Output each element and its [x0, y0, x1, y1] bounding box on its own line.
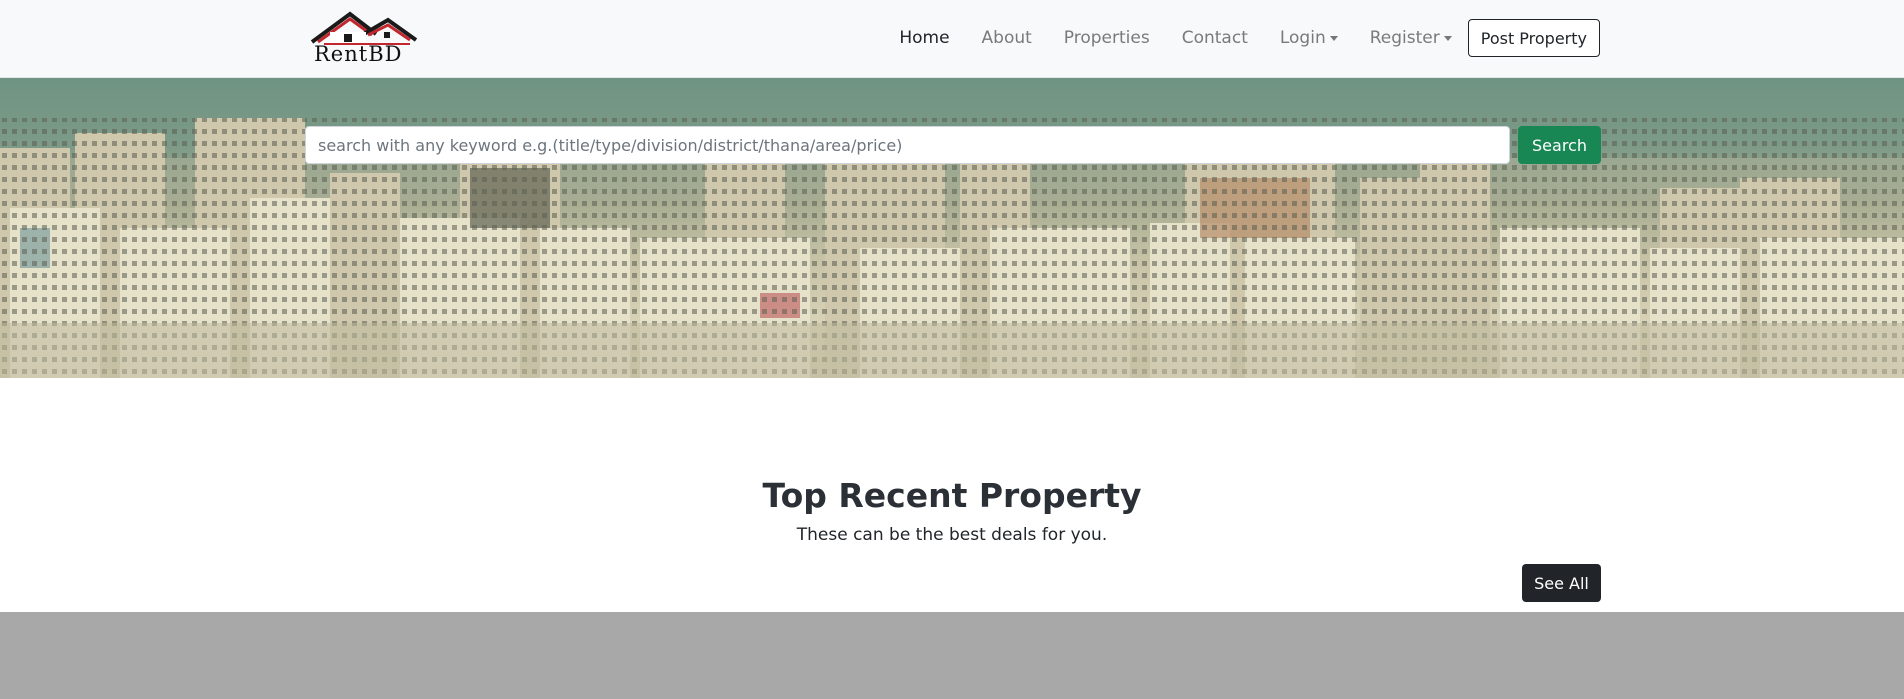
- brand-text: RentBD: [314, 42, 403, 66]
- brand-logo[interactable]: RentBD: [310, 10, 420, 70]
- nav-login-label: Login: [1279, 28, 1326, 48]
- nav-login-dropdown[interactable]: Login: [1280, 28, 1338, 48]
- post-property-button[interactable]: Post Property: [1467, 19, 1600, 57]
- nav-contact-label: Contact: [1181, 28, 1248, 48]
- nav-contact-link[interactable]: Contact: [1182, 28, 1248, 48]
- property-cards-area: [0, 612, 1904, 699]
- see-all-button[interactable]: See All: [1522, 564, 1601, 602]
- section-title: Top Recent Property: [762, 476, 1142, 515]
- hero-banner: Search: [0, 78, 1904, 378]
- nav-about-link[interactable]: About: [982, 28, 1032, 48]
- top-navbar: RentBD Home About Properties Contact Log…: [0, 0, 1904, 78]
- house-roof-icon: [310, 11, 418, 45]
- search-button[interactable]: Search: [1518, 126, 1601, 164]
- nav-register-dropdown[interactable]: Register: [1370, 28, 1452, 48]
- caret-down-icon: [1329, 35, 1338, 41]
- search-input[interactable]: [305, 126, 1510, 164]
- nav-home-label: Home: [899, 28, 950, 48]
- nav-register-label: Register: [1369, 28, 1440, 48]
- section-subtitle: These can be the best deals for you.: [796, 525, 1108, 545]
- main-nav: Home About Properties Contact Login Regi…: [867, 19, 1600, 57]
- city-skyline-image: [0, 118, 1904, 378]
- caret-down-icon: [1443, 35, 1452, 41]
- nav-home-link[interactable]: Home: [899, 28, 949, 48]
- nav-properties-label: Properties: [1063, 28, 1150, 48]
- nav-properties-link[interactable]: Properties: [1064, 28, 1150, 48]
- nav-about-label: About: [981, 28, 1032, 48]
